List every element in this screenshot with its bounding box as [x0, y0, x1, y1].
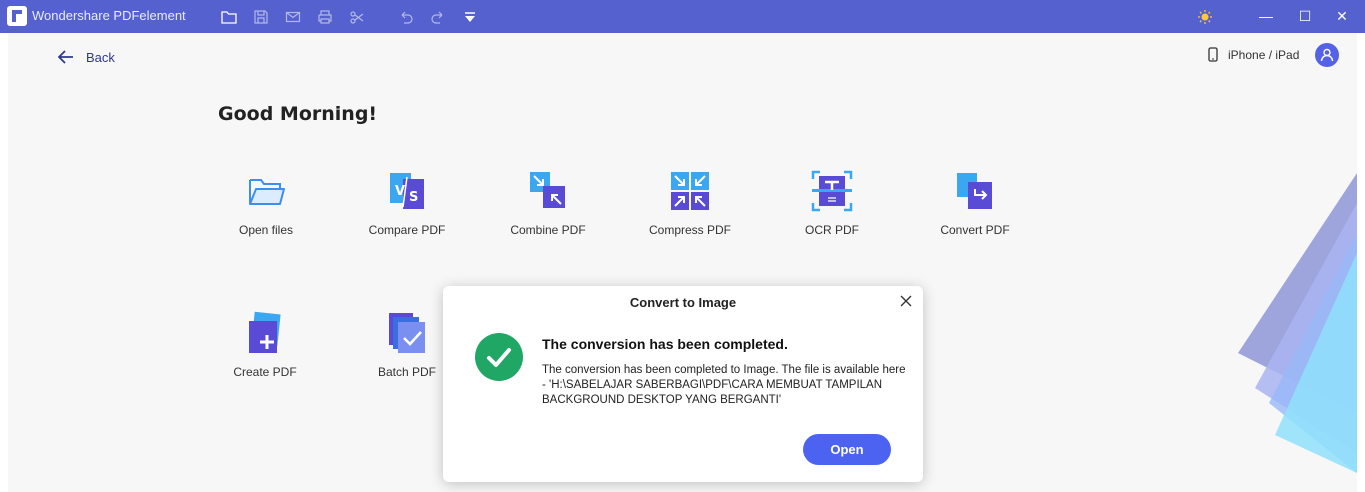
- mail-icon[interactable]: [285, 9, 301, 25]
- print-icon[interactable]: [317, 9, 333, 25]
- minimize-button[interactable]: —: [1256, 6, 1276, 26]
- tool-label: Combine PDF: [510, 223, 586, 237]
- compare-pdf-icon: VS: [385, 169, 429, 213]
- user-avatar[interactable]: [1315, 43, 1339, 67]
- dialog-title: Convert to Image: [629, 295, 737, 310]
- customize-toolbar-icon[interactable]: [462, 9, 478, 25]
- iphone-ipad-button[interactable]: iPhone / iPad: [1208, 47, 1299, 62]
- scissors-icon[interactable]: [349, 9, 365, 25]
- open-folder-icon[interactable]: [221, 9, 237, 25]
- tool-label: Convert PDF: [940, 223, 1010, 237]
- user-icon: [1320, 48, 1334, 62]
- undo-icon[interactable]: [398, 9, 414, 25]
- convert-pdf-icon: [953, 169, 997, 213]
- close-icon: [900, 295, 912, 307]
- open-files-icon: [244, 169, 288, 213]
- device-label: iPhone / iPad: [1228, 47, 1300, 62]
- tool-label: OCR PDF: [805, 223, 859, 237]
- tool-combine-pdf[interactable]: Combine PDF: [493, 169, 603, 237]
- decorative-fan-graphic: [1238, 173, 1357, 473]
- tool-label: Compress PDF: [648, 223, 731, 237]
- svg-text:S: S: [409, 190, 418, 205]
- tool-compare-pdf[interactable]: VS Compare PDF: [352, 169, 462, 237]
- back-label: Back: [86, 49, 115, 65]
- dialog-heading: The conversion has been completed.: [542, 336, 788, 352]
- greeting-heading: Good Morning!: [218, 103, 378, 125]
- open-button[interactable]: Open: [803, 434, 891, 465]
- tool-ocr-pdf[interactable]: OCR PDF: [777, 169, 887, 237]
- tool-create-pdf[interactable]: Create PDF: [210, 311, 320, 379]
- save-icon[interactable]: [253, 9, 269, 25]
- svg-text:V: V: [395, 184, 405, 199]
- success-check-icon: [475, 333, 523, 381]
- compress-pdf-icon: [668, 169, 712, 213]
- tool-label: Compare PDF: [368, 223, 446, 237]
- app-title: Wondershare PDFelement: [32, 8, 186, 23]
- tool-label: Open files: [238, 223, 294, 237]
- app-logo-icon: [7, 6, 27, 26]
- theme-sun-icon[interactable]: [1197, 9, 1213, 25]
- tool-convert-pdf[interactable]: Convert PDF: [920, 169, 1030, 237]
- tool-label: Create PDF: [233, 365, 297, 379]
- tool-compress-pdf[interactable]: Compress PDF: [635, 169, 745, 237]
- back-button[interactable]: Back: [58, 49, 115, 65]
- ocr-pdf-icon: [810, 169, 854, 213]
- combine-pdf-icon: [526, 169, 570, 213]
- dialog-close-button[interactable]: [899, 294, 913, 308]
- maximize-button[interactable]: ☐: [1295, 6, 1315, 26]
- redo-icon[interactable]: [430, 9, 446, 25]
- batch-pdf-icon: [385, 311, 429, 355]
- arrow-left-icon: [58, 50, 73, 64]
- close-window-button[interactable]: ✕: [1332, 6, 1352, 26]
- convert-complete-dialog: Convert to Image The conversion has been…: [443, 286, 923, 482]
- title-bar: Wondershare PDFelement — ☐ ✕: [0, 0, 1365, 33]
- tool-open-files[interactable]: Open files: [211, 169, 321, 237]
- create-pdf-icon: [243, 311, 287, 355]
- phone-icon: [1208, 47, 1218, 62]
- dialog-message: The conversion has been completed to Ima…: [542, 364, 906, 406]
